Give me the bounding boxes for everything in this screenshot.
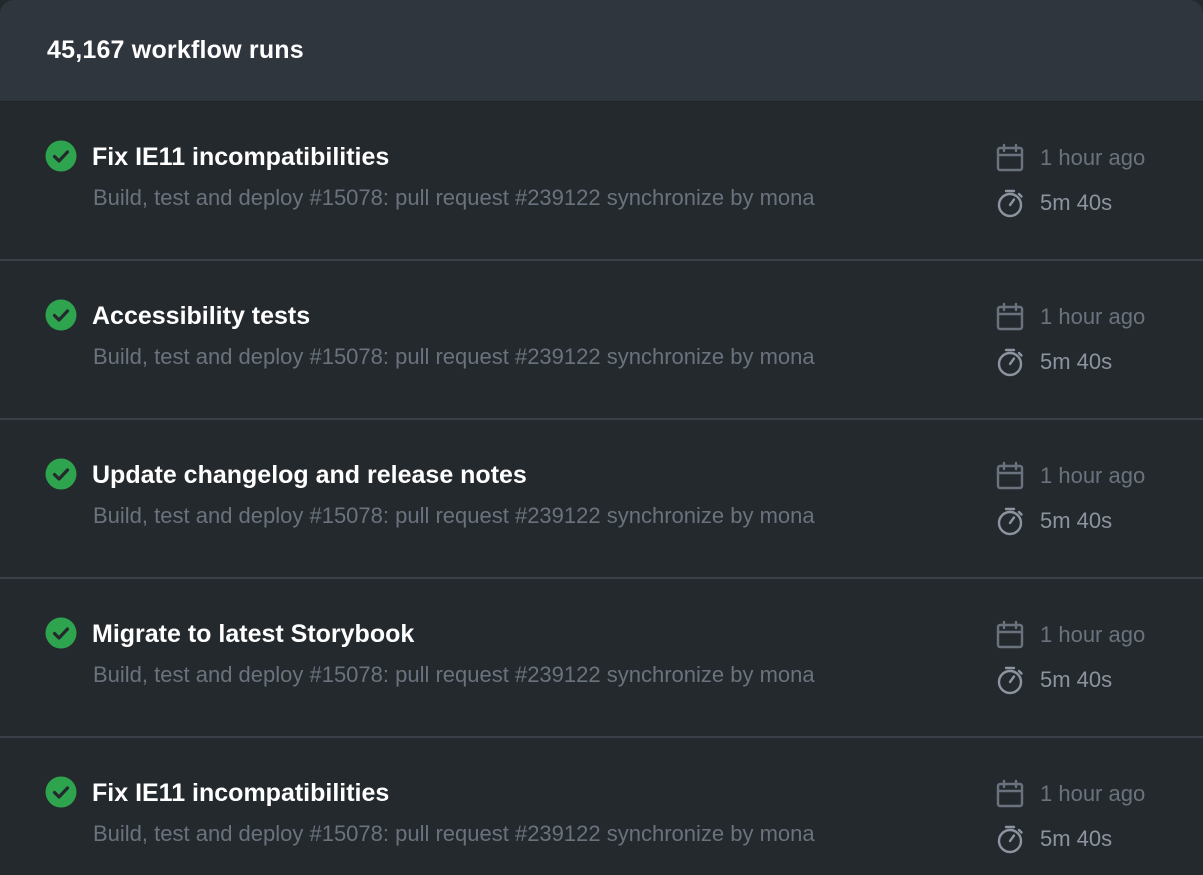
workflow-run-time-label: 1 hour ago <box>1040 781 1146 806</box>
workflow-run-title[interactable]: Fix IE11 incompatibilities <box>92 776 389 810</box>
workflow-run-time: 1 hour ago <box>995 141 1195 175</box>
workflow-run-subtitle: Build, test and deploy #15078: pull requ… <box>93 821 815 846</box>
workflow-run-time: 1 hour ago <box>995 777 1195 811</box>
stopwatch-icon <box>997 189 1023 218</box>
workflow-run-duration-label: 5m 40s <box>1040 826 1113 851</box>
stopwatch-icon <box>997 348 1023 377</box>
workflow-run-row[interactable]: Fix IE11 incompatibilities Build, test a… <box>0 102 1203 261</box>
workflow-runs-panel: 45,167 workflow runs Fix IE11 incompatib… <box>0 0 1203 875</box>
calendar-icon <box>996 620 1024 649</box>
workflow-runs-count: 45,167 workflow runs <box>47 36 304 64</box>
workflow-run-row[interactable]: Accessibility tests Build, test and depl… <box>0 261 1203 420</box>
workflow-run-meta: 1 hour ago 5m 40s <box>995 141 1195 231</box>
workflow-run-duration-label: 5m 40s <box>1040 667 1113 692</box>
calendar-icon <box>996 461 1024 490</box>
workflow-run-time: 1 hour ago <box>995 300 1195 334</box>
workflow-run-time: 1 hour ago <box>995 618 1195 652</box>
workflow-run-subtitle: Build, test and deploy #15078: pull requ… <box>93 185 815 210</box>
workflow-run-meta: 1 hour ago 5m 40s <box>995 459 1195 549</box>
workflow-run-title[interactable]: Migrate to latest Storybook <box>92 617 414 651</box>
workflow-run-meta: 1 hour ago 5m 40s <box>995 777 1195 867</box>
workflow-run-subtitle: Build, test and deploy #15078: pull requ… <box>93 503 815 528</box>
stopwatch-icon <box>997 507 1023 536</box>
check-circle-icon <box>45 458 77 490</box>
workflow-run-title[interactable]: Fix IE11 incompatibilities <box>92 140 389 174</box>
workflow-run-title[interactable]: Accessibility tests <box>92 299 310 333</box>
workflow-run-duration: 5m 40s <box>995 663 1195 697</box>
workflow-run-time-label: 1 hour ago <box>1040 463 1146 488</box>
calendar-icon <box>996 302 1024 331</box>
stopwatch-icon <box>997 666 1023 695</box>
workflow-run-duration: 5m 40s <box>995 186 1195 220</box>
calendar-icon <box>996 779 1024 808</box>
check-circle-icon <box>45 299 77 331</box>
workflow-run-subtitle: Build, test and deploy #15078: pull requ… <box>93 344 815 369</box>
workflow-run-time-label: 1 hour ago <box>1040 145 1146 170</box>
workflow-run-duration-label: 5m 40s <box>1040 349 1113 374</box>
workflow-run-title[interactable]: Update changelog and release notes <box>92 458 527 492</box>
workflow-run-meta: 1 hour ago 5m 40s <box>995 618 1195 708</box>
calendar-icon <box>996 143 1024 172</box>
workflow-run-duration-label: 5m 40s <box>1040 190 1113 215</box>
check-circle-icon <box>45 140 77 172</box>
workflow-run-row[interactable]: Update changelog and release notes Build… <box>0 420 1203 579</box>
workflow-run-subtitle: Build, test and deploy #15078: pull requ… <box>93 662 815 687</box>
workflow-run-time-label: 1 hour ago <box>1040 304 1146 329</box>
check-circle-icon <box>45 617 77 649</box>
workflow-run-row[interactable]: Migrate to latest Storybook Build, test … <box>0 579 1203 738</box>
workflow-run-list: Fix IE11 incompatibilities Build, test a… <box>0 102 1203 875</box>
stopwatch-icon <box>997 825 1023 854</box>
workflow-run-meta: 1 hour ago 5m 40s <box>995 300 1195 390</box>
workflow-run-duration: 5m 40s <box>995 504 1195 538</box>
workflow-run-duration-label: 5m 40s <box>1040 508 1113 533</box>
check-circle-icon <box>45 776 77 808</box>
workflow-run-time: 1 hour ago <box>995 459 1195 493</box>
workflow-runs-header: 45,167 workflow runs <box>0 0 1203 102</box>
workflow-run-row[interactable]: Fix IE11 incompatibilities Build, test a… <box>0 738 1203 875</box>
workflow-run-duration: 5m 40s <box>995 822 1195 856</box>
workflow-run-time-label: 1 hour ago <box>1040 622 1146 647</box>
workflow-run-duration: 5m 40s <box>995 345 1195 379</box>
